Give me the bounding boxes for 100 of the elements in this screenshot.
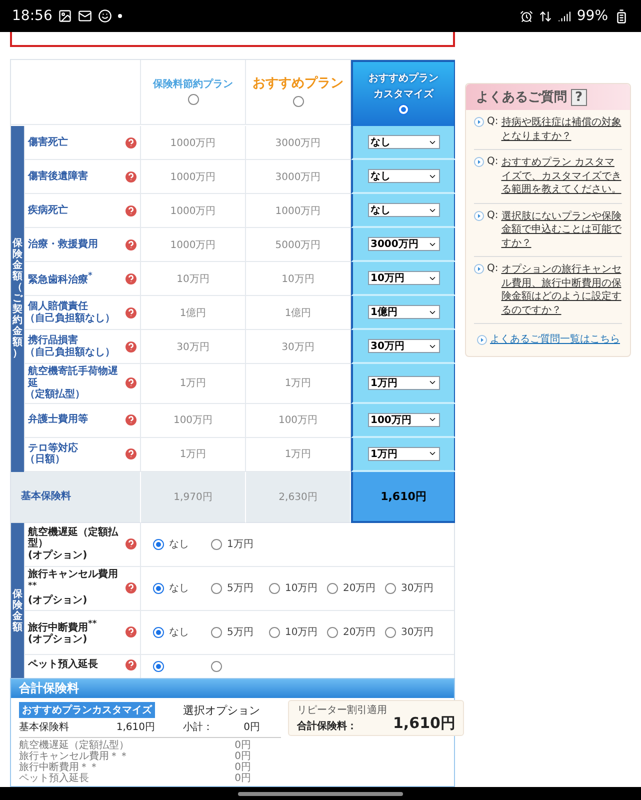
plan-name: 保険料節約プラン xyxy=(153,78,233,90)
faq-link[interactable]: おすすめプラン カスタマイズで、カスタマイズできる範囲を教えてください。 xyxy=(501,156,622,196)
amount-select[interactable]: 1万円 xyxy=(368,376,440,390)
coverage-label: テロ等対応 xyxy=(28,442,79,454)
radio-option[interactable]: なし xyxy=(153,537,211,551)
total-value: 1,610円 xyxy=(393,714,456,733)
all-faq-link[interactable]: よくあるご質問一覧はこちら xyxy=(490,332,620,346)
help-icon[interactable] xyxy=(125,582,137,594)
amount-select[interactable]: なし xyxy=(368,169,440,183)
radio-option[interactable]: 30万円 xyxy=(385,581,443,595)
premium-cell: 1,610円 xyxy=(351,472,455,522)
radio-option[interactable]: 5万円 xyxy=(211,581,269,595)
coverage-note: （定額払型） xyxy=(25,389,86,400)
amount-value: 1万円 xyxy=(180,448,206,461)
amount-value: 100万円 xyxy=(278,414,318,427)
panel-title: 合計保険料 xyxy=(11,679,454,698)
section-label: 保険金額 xyxy=(12,588,22,632)
breakdown-value: 0円 xyxy=(234,762,251,773)
amount-select[interactable]: 30万円 xyxy=(368,339,440,353)
option-label: 旅行中断費用$^{**}$ xyxy=(28,618,98,634)
basic-premium-value: 1,610円 xyxy=(116,721,155,734)
amount-select[interactable]: なし xyxy=(368,203,440,217)
faq-link[interactable]: 持病や既往症は補償の対象となりますか？ xyxy=(501,116,622,143)
coverage-note: （日額） xyxy=(25,454,65,466)
help-icon[interactable] xyxy=(125,238,137,250)
radio-option[interactable]: なし xyxy=(153,625,211,639)
plan-radio[interactable] xyxy=(398,104,409,115)
help-icon[interactable] xyxy=(125,377,137,390)
help-icon[interactable] xyxy=(125,626,137,638)
option-label: ペット預入延長 xyxy=(28,658,99,670)
options-label: 選択オプション xyxy=(183,702,260,718)
amount-value: 3000万円 xyxy=(275,170,321,184)
breakdown-label: 航空機遅延（定額払型） xyxy=(19,740,129,751)
plan-badge: おすすめプランカスタマイズ xyxy=(19,702,155,718)
help-icon[interactable] xyxy=(125,340,137,352)
battery-percent: 99% xyxy=(576,8,608,24)
plan-radio[interactable] xyxy=(188,94,198,106)
chevron-down-icon xyxy=(428,449,436,458)
radio-option[interactable]: 1万円 xyxy=(211,537,269,551)
plan-name: おすすめプラン xyxy=(368,73,438,84)
help-icon[interactable] xyxy=(125,658,137,670)
coverage-note: （自己負担額なし） xyxy=(25,346,116,358)
breakdown-label: ペット預入延長 xyxy=(19,773,89,784)
radio-option[interactable]: 5万円 xyxy=(211,625,269,639)
radio-option[interactable]: なし xyxy=(153,581,211,595)
subtotal-label: 小計： xyxy=(183,720,213,734)
amount-select[interactable]: 1億円 xyxy=(368,305,440,319)
amount-select[interactable]: 10万円 xyxy=(368,271,440,285)
radio-option[interactable]: 20万円 xyxy=(327,625,385,639)
help-icon[interactable] xyxy=(125,136,137,148)
premium-label: 基本保険料 xyxy=(21,490,71,502)
alarm-icon xyxy=(520,10,533,22)
breakdown-label: 旅行キャンセル費用＊＊ xyxy=(19,751,129,762)
basic-premium-label: 基本保険料 xyxy=(19,720,69,734)
amount-select[interactable]: 1万円 xyxy=(368,446,440,460)
amount-value: 10万円 xyxy=(176,272,210,286)
question-prefix: Q: xyxy=(487,116,498,127)
breakdown-value: 0円 xyxy=(234,751,251,762)
radio-option[interactable]: 30万円 xyxy=(385,625,443,639)
help-icon[interactable] xyxy=(125,448,137,460)
option-tag: (オプション) xyxy=(28,595,123,607)
dot-icon xyxy=(118,14,122,18)
amount-value: 1000万円 xyxy=(170,204,216,218)
coverage-label: 治療・救援費用 xyxy=(28,238,99,250)
total-label: 合計保険料： xyxy=(297,720,358,733)
image-icon xyxy=(58,9,72,23)
amount-value: 1万円 xyxy=(284,377,312,390)
arrow-bullet-icon xyxy=(477,334,487,344)
mail-icon xyxy=(78,9,92,23)
radio-option[interactable]: 10万円 xyxy=(269,581,327,595)
arrow-bullet-icon xyxy=(474,117,484,127)
help-icon[interactable] xyxy=(125,538,137,550)
radio-option[interactable]: 10万円 xyxy=(269,625,327,639)
coverage-label: 傷害後遺障害 xyxy=(28,170,89,182)
breakdown-label: 旅行中断費用＊＊ xyxy=(19,762,99,773)
help-icon[interactable] xyxy=(125,204,137,216)
option-label: 航空機遅延（定額払型） xyxy=(28,526,120,550)
help-icon[interactable] xyxy=(125,272,137,284)
premium-cell: 2,630円 xyxy=(246,472,351,522)
breakdown-value: 0円 xyxy=(234,740,251,751)
chevron-down-icon xyxy=(428,415,436,424)
coverage-label: 携行品損害 xyxy=(28,335,79,346)
amount-value: 1000万円 xyxy=(275,204,321,218)
faq-link[interactable]: 選択肢にないプランや保険金額で申込むことは可能ですか？ xyxy=(501,210,622,250)
coverage-label: 疾病死亡 xyxy=(28,204,69,216)
amount-value: 1000万円 xyxy=(170,170,216,184)
radio-option[interactable]: 20万円 xyxy=(327,581,385,595)
coverage-note: （自己負担額なし） xyxy=(25,312,116,324)
coverage-label: 航空機寄託手荷物遅延 xyxy=(28,366,119,388)
clock: 18:56 xyxy=(12,8,52,24)
faq-link[interactable]: オプションの旅行キャンセル費用、旅行中断費用の保険金額はどのように設定するのですか？ xyxy=(501,263,622,317)
help-icon[interactable] xyxy=(125,414,137,426)
question-prefix: Q: xyxy=(487,210,498,220)
coverage-label: 個人賠償責任 xyxy=(28,301,89,312)
amount-select[interactable]: 3000万円 xyxy=(368,237,440,251)
plan-radio[interactable] xyxy=(292,96,304,107)
help-icon[interactable] xyxy=(125,170,137,182)
amount-select[interactable]: なし xyxy=(368,135,440,149)
amount-select[interactable]: 100万円 xyxy=(368,412,440,426)
help-icon[interactable] xyxy=(125,306,137,318)
